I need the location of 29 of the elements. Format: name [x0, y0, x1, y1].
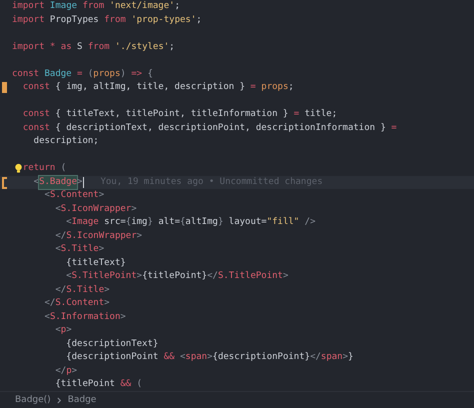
text-cursor	[83, 176, 84, 188]
code-line: <S.IconWrapper>	[54, 202, 137, 216]
code-line: {descriptionText}	[65, 338, 158, 350]
breadcrumb-item[interactable]: Badge	[68, 395, 96, 406]
code-line: </p>	[54, 364, 78, 378]
code-line: </S.Content>	[44, 297, 110, 310]
code-line: <S.Title>	[54, 243, 104, 256]
code-line: <S.Content>	[44, 189, 104, 202]
code-line: <S.TitlePoint>{titlePoint}</S.TitlePoint>	[65, 270, 288, 283]
code-line: description;	[32, 135, 99, 148]
code-line: const { titleText, titlePoint, titleInformation } = title;	[22, 108, 338, 121]
code-line: {descriptionPoint && <span>{descriptionPoint}</span>}	[65, 351, 354, 364]
code-line: {titlePoint && (	[54, 378, 142, 391]
code-line: <S.Information>	[44, 310, 126, 324]
code-line: <p>	[54, 324, 72, 337]
code-line: const { descriptionText, descriptionPoint, descriptionInformation } =	[22, 122, 397, 134]
code-line: import PropTypes from 'prop-types';	[12, 14, 202, 26]
breadcrumb-item[interactable]: Badge()	[15, 395, 51, 406]
code-line: <Image src={img} alt={altImg} layout="fill" />	[65, 216, 316, 229]
lightbulb-icon[interactable]	[14, 163, 23, 174]
code-line: const Badge = (props) => {	[12, 68, 153, 80]
chevron-icon	[56, 396, 62, 404]
code-line: import Image from 'next/image';	[12, 0, 180, 13]
code-line: </S.IconWrapper>	[54, 230, 142, 242]
code-line: import * as S from './styles';	[12, 40, 175, 54]
code-line: const { img, altImg, title, description } = props;	[22, 81, 294, 94]
code-line: </S.Title>	[54, 284, 110, 296]
code-line: {titleText}	[65, 256, 126, 270]
code-line: return (	[22, 162, 66, 175]
